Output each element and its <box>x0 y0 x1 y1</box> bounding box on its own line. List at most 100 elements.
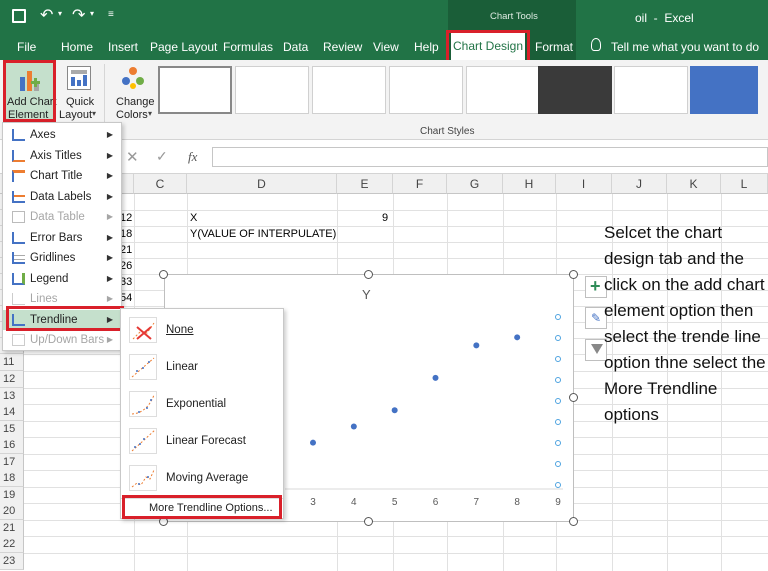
more-trendline-highlight <box>122 495 282 519</box>
row-header-23[interactable]: 23 <box>0 553 24 570</box>
document-title: oil - Excel <box>635 11 694 25</box>
menu-item-gridlines[interactable]: Gridlines ▶ <box>3 248 121 269</box>
tab-help[interactable]: Help <box>414 34 439 60</box>
chart-style-6[interactable] <box>538 66 612 114</box>
plot-area-selection-handle[interactable] <box>555 398 561 404</box>
redo-icon[interactable]: ↷ <box>72 5 85 25</box>
chart-style-7[interactable] <box>614 66 688 114</box>
plot-area-selection-handle[interactable] <box>555 461 561 467</box>
enter-icon[interactable]: ✓ <box>156 148 168 165</box>
chart-style-3[interactable] <box>312 66 386 114</box>
cell-y-label[interactable]: Y(VALUE OF INTERPULATE) <box>190 226 336 242</box>
chart-style-5[interactable] <box>466 66 540 114</box>
chart-style-2[interactable] <box>235 66 309 114</box>
row-header-17[interactable]: 17 <box>0 454 24 471</box>
chart-resize-handle[interactable] <box>364 270 373 279</box>
chart-resize-handle[interactable] <box>569 517 578 526</box>
change-colors-button[interactable]: Change Colors ▾ <box>110 61 156 121</box>
trendline-forecast-icon <box>129 428 157 454</box>
row-header-11[interactable]: 11 <box>0 354 24 371</box>
data-point[interactable] <box>310 439 316 446</box>
tab-insert[interactable]: Insert <box>108 34 138 60</box>
undo-icon[interactable]: ↶ <box>40 5 53 25</box>
data-point[interactable] <box>473 342 480 349</box>
tab-data[interactable]: Data <box>283 34 308 60</box>
menu-item-label: Data Table <box>30 211 85 223</box>
row-header-13[interactable]: 13 <box>0 388 24 405</box>
chart-resize-handle[interactable] <box>569 393 578 402</box>
trendline-moving-average-icon <box>129 465 157 491</box>
tell-me-box[interactable]: Tell me what you want to do <box>611 34 759 60</box>
row-header-21[interactable]: 21 <box>0 520 24 537</box>
tab-page-layout[interactable]: Page Layout <box>150 34 217 60</box>
axis-titles-icon <box>12 149 25 162</box>
menu-item-error-bars[interactable]: Error Bars ▶ <box>3 228 121 249</box>
customize-qat-icon[interactable]: ≡ <box>108 9 114 20</box>
trendline-option-linear[interactable]: Linear <box>121 349 283 385</box>
plot-area-selection-handle[interactable] <box>555 440 561 446</box>
chart-style-1[interactable] <box>158 66 232 114</box>
trendline-option-exponential[interactable]: Exponential <box>121 386 283 422</box>
column-header-f[interactable]: F <box>393 174 447 194</box>
trendline-option-linear-forecast[interactable]: Linear Forecast <box>121 423 283 459</box>
tab-review[interactable]: Review <box>323 34 362 60</box>
column-header-i[interactable]: I <box>556 174 612 194</box>
plot-area-selection-handle[interactable] <box>555 314 561 320</box>
tab-format[interactable]: Format <box>535 34 573 60</box>
chart-resize-handle[interactable] <box>569 270 578 279</box>
column-header-g[interactable]: G <box>447 174 503 194</box>
plot-area-selection-handle[interactable] <box>555 419 561 425</box>
x-tick-label: 3 <box>310 497 316 508</box>
menu-item-data-table: Data Table ▶ <box>3 207 121 228</box>
cell-x-value[interactable]: 9 <box>382 210 388 226</box>
data-point[interactable] <box>432 374 439 381</box>
row-header-14[interactable]: 14 <box>0 404 24 421</box>
cancel-icon[interactable]: ✕ <box>126 148 139 166</box>
column-header-d[interactable]: D <box>187 174 337 194</box>
column-header-c[interactable]: C <box>134 174 187 194</box>
data-point[interactable] <box>391 407 398 414</box>
row-header-20[interactable]: 20 <box>0 503 24 520</box>
formula-input[interactable] <box>212 147 768 167</box>
chart-resize-handle[interactable] <box>159 270 168 279</box>
row-header-16[interactable]: 16 <box>0 437 24 454</box>
redo-dropdown-icon[interactable]: ▾ <box>90 9 94 18</box>
row-header-12[interactable]: 12 <box>0 371 24 388</box>
column-header-h[interactable]: H <box>503 174 556 194</box>
tab-file[interactable]: File <box>17 34 36 60</box>
plot-area-selection-handle[interactable] <box>555 335 561 341</box>
column-header-k[interactable]: K <box>667 174 721 194</box>
undo-dropdown-icon[interactable]: ▾ <box>58 9 62 18</box>
chart-style-8[interactable] <box>690 66 758 114</box>
trendline-highlight <box>6 306 124 331</box>
quick-layout-button[interactable]: Quick Layout ▾ <box>57 61 101 121</box>
menu-item-chart-title[interactable]: Chart Title ▶ <box>3 166 121 187</box>
save-icon[interactable] <box>12 9 26 23</box>
trendline-option-moving-average[interactable]: Moving Average <box>121 460 283 496</box>
quick-layout-icon <box>67 66 91 90</box>
data-point[interactable] <box>350 423 357 430</box>
column-header-e[interactable]: E <box>337 174 393 194</box>
menu-item-data-labels[interactable]: Data Labels ▶ <box>3 187 121 208</box>
plot-area-selection-handle[interactable] <box>555 482 561 488</box>
trendline-option-none[interactable]: None <box>121 312 283 348</box>
cell-x-label[interactable]: X <box>190 210 197 226</box>
row-header-22[interactable]: 22 <box>0 536 24 553</box>
plot-area-selection-handle[interactable] <box>555 356 561 362</box>
tab-view[interactable]: View <box>373 34 399 60</box>
insert-function-icon[interactable]: fx <box>188 149 197 165</box>
tab-home[interactable]: Home <box>61 34 93 60</box>
menu-item-legend[interactable]: Legend ▶ <box>3 269 121 290</box>
column-header-j[interactable]: J <box>612 174 667 194</box>
chart-resize-handle[interactable] <box>364 517 373 526</box>
data-point[interactable] <box>514 334 521 341</box>
row-header-15[interactable]: 15 <box>0 421 24 438</box>
menu-item-axis-titles[interactable]: Axis Titles ▶ <box>3 146 121 167</box>
column-header-l[interactable]: L <box>721 174 768 194</box>
menu-item-axes[interactable]: Axes ▶ <box>3 125 121 146</box>
row-header-18[interactable]: 18 <box>0 470 24 487</box>
tab-formulas[interactable]: Formulas <box>223 34 273 60</box>
plot-area-selection-handle[interactable] <box>555 377 561 383</box>
chart-style-4[interactable] <box>389 66 463 114</box>
row-header-19[interactable]: 19 <box>0 487 24 504</box>
